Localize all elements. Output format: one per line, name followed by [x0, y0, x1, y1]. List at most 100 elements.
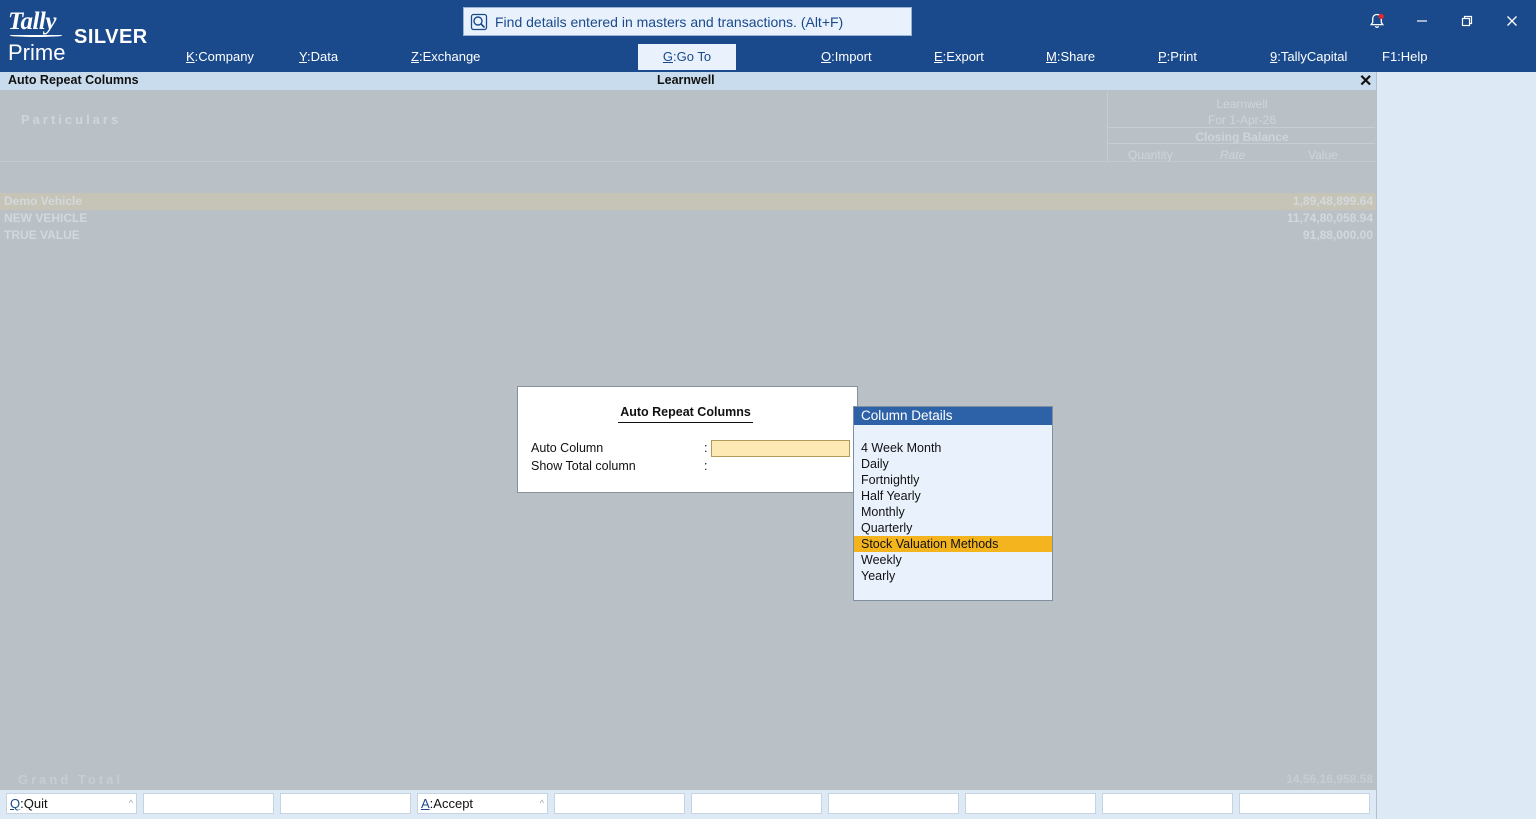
list-item[interactable]: Weekly — [854, 552, 1052, 568]
restore-glyph — [1461, 15, 1473, 27]
menu-import[interactable]: O:Import — [821, 44, 872, 70]
menu-label: Help — [1400, 49, 1428, 64]
menu-exchange[interactable]: Z:Exchange — [411, 44, 480, 70]
accept-label: Accept — [433, 796, 474, 811]
row-name: NEW VEHICLE — [4, 211, 88, 225]
auto-column-input[interactable] — [711, 440, 850, 457]
menu-key: Z — [411, 49, 419, 64]
menu-key: P — [1158, 49, 1167, 64]
menu-label: TallyCapital — [1280, 49, 1348, 64]
list-item[interactable]: 4 Week Month — [854, 440, 1052, 456]
right-button-panel — [1376, 72, 1536, 819]
close-glyph — [1507, 16, 1517, 26]
empty-button[interactable] — [1239, 793, 1370, 814]
empty-button[interactable] — [828, 793, 959, 814]
restore-icon[interactable] — [1455, 10, 1479, 32]
caret-up-icon: ^ — [128, 798, 133, 808]
empty-button[interactable] — [280, 793, 411, 814]
search-icon — [470, 13, 488, 30]
divider — [1107, 127, 1375, 128]
logo-brand: Tally — [8, 8, 56, 35]
bell-icon[interactable] — [1365, 10, 1389, 32]
menu-label: Company — [198, 49, 254, 64]
menu-label: Exchange — [422, 49, 481, 64]
quit-label: Quit — [23, 796, 48, 811]
close-icon[interactable] — [1500, 10, 1524, 32]
auto-column-label: Auto Column — [531, 441, 604, 455]
bell-glyph — [1369, 13, 1385, 28]
menu-key: O — [821, 49, 832, 64]
column-period: For 1-Apr-26 — [1207, 113, 1277, 127]
tally-window: Tally Prime SILVER Find details entered … — [0, 0, 1536, 819]
show-total-column-label: Show Total column — [531, 459, 636, 473]
row-value: 91,88,000.00 — [1302, 228, 1373, 242]
list-item-selected[interactable]: Stock Valuation Methods — [854, 536, 1052, 552]
menu-label: Share — [1060, 49, 1096, 64]
menu-key: Y — [299, 49, 307, 64]
empty-button[interactable] — [1102, 793, 1233, 814]
screen-close-icon[interactable]: ✕ — [1359, 71, 1372, 91]
menu-key: 9 — [1270, 49, 1278, 64]
particulars-header: Particulars — [21, 112, 122, 127]
menu-label: Import — [834, 49, 872, 64]
table-row[interactable]: TRUE VALUE 91,88,000.00 — [0, 227, 1376, 244]
column-company: Learnwell — [1216, 97, 1268, 111]
list-item[interactable]: Fortnightly — [854, 472, 1052, 488]
menu-key: F1 — [1382, 49, 1398, 64]
row-value: 1,89,48,899.64 — [1292, 194, 1373, 208]
quit-button[interactable]: Q:Quit ^ — [6, 793, 137, 814]
column-quantity: Quantity — [1128, 148, 1173, 162]
menu-help[interactable]: F1:Help — [1382, 44, 1428, 70]
list-item[interactable]: Monthly — [854, 504, 1052, 520]
menu-tallycapital[interactable]: 9:TallyCapital — [1270, 44, 1347, 70]
menu-key: M — [1046, 49, 1057, 64]
auto-repeat-columns-dialog: Auto Repeat Columns Auto Column : Show T… — [517, 386, 858, 493]
empty-button[interactable] — [691, 793, 822, 814]
menu-export[interactable]: E:Export — [934, 44, 984, 70]
menu-print[interactable]: P:Print — [1158, 44, 1197, 70]
row-name: TRUE VALUE — [4, 228, 80, 242]
screen-header: Auto Repeat Columns Learnwell ✕ — [0, 72, 1376, 90]
menu-data[interactable]: Y:Data — [299, 44, 338, 70]
empty-button[interactable] — [143, 793, 274, 814]
field-colon: : — [704, 441, 708, 455]
list-item[interactable]: Yearly — [854, 568, 1052, 584]
menu-label: Print — [1170, 49, 1198, 64]
search-bar[interactable]: Find details entered in masters and tran… — [463, 7, 912, 36]
menu-label: Export — [946, 49, 984, 64]
grand-total-label: Grand Total — [18, 772, 123, 787]
logo-swoosh — [10, 34, 62, 37]
empty-button[interactable] — [965, 793, 1096, 814]
column-details-list: Column Details 4 Week Month Daily Fortni… — [853, 406, 1053, 601]
minimize-glyph — [1417, 20, 1427, 22]
list-item[interactable]: Quarterly — [854, 520, 1052, 536]
menu-goto[interactable]: G:Go To — [638, 44, 736, 70]
list-item[interactable]: Half Yearly — [854, 488, 1052, 504]
menu-key: G — [662, 49, 674, 64]
list-item[interactable]: Daily — [854, 456, 1052, 472]
menu-label: Data — [310, 49, 339, 64]
empty-button[interactable] — [554, 793, 685, 814]
row-value: 11,74,80,058.94 — [1286, 211, 1373, 225]
menu-label: Go To — [676, 49, 712, 64]
bottom-button-bar: Q:Quit ^ A:Accept ^ — [0, 790, 1376, 819]
divider — [0, 161, 1376, 162]
table-row[interactable]: NEW VEHICLE 11,74,80,058.94 — [0, 210, 1376, 227]
dialog-title: Auto Repeat Columns — [620, 405, 751, 419]
caret-up-icon: ^ — [539, 798, 544, 808]
minimize-icon[interactable] — [1410, 10, 1434, 32]
column-rate: Rate — [1220, 148, 1246, 162]
menu-share[interactable]: M:Share — [1046, 44, 1095, 70]
grand-total-row: Grand Total 14,56,16,958.58 — [0, 770, 1376, 790]
menu-key: K — [186, 49, 195, 64]
top-bar: Tally Prime SILVER Find details entered … — [0, 0, 1536, 72]
menu-key: E — [934, 49, 943, 64]
list-title: Column Details — [854, 407, 1052, 425]
company-name: Learnwell — [657, 73, 715, 87]
menu-company[interactable]: K:Company — [186, 44, 254, 70]
table-row[interactable]: Demo Vehicle 1,89,48,899.64 — [0, 193, 1376, 210]
title-underline — [618, 422, 753, 423]
field-colon: : — [704, 459, 708, 473]
search-placeholder: Find details entered in masters and tran… — [495, 13, 844, 30]
accept-button[interactable]: A:Accept ^ — [417, 793, 548, 814]
